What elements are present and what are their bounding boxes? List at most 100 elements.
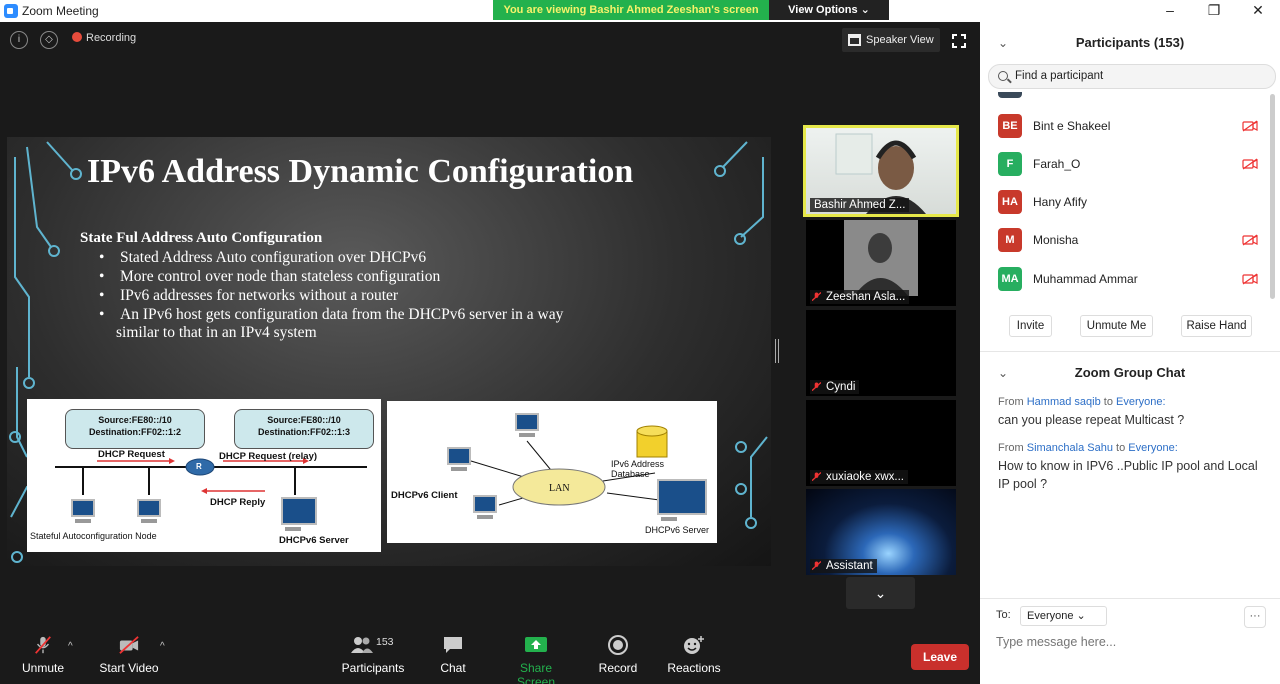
- dhcp-relay-diagram: Source:FE80::/10 Destination:FF02::1:2 So…: [27, 399, 381, 552]
- ipv6-database-label: IPv6 Address Database: [611, 459, 665, 479]
- audio-options-caret[interactable]: ^: [68, 641, 73, 652]
- computer-icon: [71, 499, 95, 523]
- chat-more-icon[interactable]: ···: [1244, 606, 1266, 628]
- participant-row[interactable]: MA Muhammad Ammar: [980, 261, 1265, 299]
- chat-recipient[interactable]: Everyone:: [1128, 442, 1178, 454]
- video-off-icon: [1242, 273, 1258, 285]
- chat-icon: [444, 637, 462, 653]
- thumbnail-scroll-down-button[interactable]: ⌄: [846, 577, 915, 609]
- speaker-view-button[interactable]: Speaker View: [842, 28, 940, 52]
- lan-diagram-lines: [470, 425, 668, 506]
- dhcp-reply-label: DHCP Reply: [210, 497, 266, 508]
- dhcpv6-client-label: DHCPv6 Client: [391, 490, 458, 501]
- router-icon: R: [196, 462, 202, 471]
- shield-icon[interactable]: ◇: [40, 31, 58, 49]
- minimize-button[interactable]: –: [1148, 0, 1192, 22]
- computer-icon: [447, 447, 471, 471]
- participant-name: Farah_O: [1033, 157, 1081, 171]
- search-icon: [998, 71, 1008, 81]
- avatar: HA: [998, 190, 1022, 214]
- lan-label: LAN: [549, 483, 570, 494]
- split-drag-handle[interactable]: [775, 339, 779, 363]
- share-screen-label: Share Screen: [516, 661, 556, 684]
- participant-row[interactable]: BE Bint e Shakeel: [980, 108, 1265, 146]
- restore-button[interactable]: ❐: [1192, 0, 1236, 22]
- participants-count: 153: [376, 636, 394, 648]
- computer-icon: [515, 413, 539, 437]
- mic-muted-icon: [812, 382, 821, 392]
- recording-indicator[interactable]: Recording: [72, 32, 136, 44]
- recording-label: Recording: [86, 32, 137, 44]
- dhcp-request-label: DHCP Request: [98, 449, 165, 460]
- slide-bullet: An IPv6 host gets configuration data fro…: [99, 305, 639, 324]
- window-title: Zoom Meeting: [22, 4, 99, 18]
- participant-row[interactable]: F Farah_O: [980, 146, 1265, 184]
- chat-button[interactable]: Chat: [436, 635, 470, 675]
- record-button[interactable]: Record: [598, 635, 638, 675]
- invite-button[interactable]: Invite: [1009, 315, 1052, 337]
- video-thumbnail[interactable]: Zeeshan Asla...: [806, 220, 956, 306]
- reactions-button[interactable]: Reactions: [666, 635, 722, 675]
- avatar: MA: [998, 267, 1022, 291]
- dhcp-request-relay-label: DHCP Request (relay): [219, 451, 318, 462]
- server-icon: [657, 479, 707, 521]
- video-off-icon: [119, 636, 139, 654]
- panel-divider: [980, 351, 1280, 352]
- participant-photo: [844, 220, 918, 296]
- video-thumbnail[interactable]: Assistant: [806, 489, 956, 575]
- participant-name: Cyndi: [810, 380, 860, 394]
- shared-screen-slide: IPv6 Address Dynamic Configuration State…: [7, 137, 771, 566]
- participant-name: Assistant: [810, 559, 877, 573]
- unmute-me-button[interactable]: Unmute Me: [1080, 315, 1153, 337]
- participant-row[interactable]: HA Hany Afify: [980, 184, 1265, 222]
- share-screen-icon: [525, 637, 547, 652]
- participants-button[interactable]: 153 Participants: [340, 635, 406, 675]
- slide-bullets: Stated Address Auto configuration over D…: [99, 248, 639, 324]
- chat-label: Chat: [440, 661, 466, 675]
- participants-title: Participants (153): [1075, 35, 1185, 50]
- video-options-caret[interactable]: ^: [160, 641, 165, 652]
- chat-recipient-select[interactable]: Everyone ⌄: [1020, 606, 1107, 626]
- slide-title: IPv6 Address Dynamic Configuration: [87, 153, 634, 190]
- speaker-view-label: Speaker View: [866, 34, 934, 46]
- unmute-button[interactable]: Unmute: [18, 635, 68, 675]
- autoconfig-node-label: Stateful Autoconfiguration Node: [30, 531, 157, 541]
- start-video-button[interactable]: Start Video: [98, 635, 160, 675]
- raise-hand-button[interactable]: Raise Hand: [1181, 315, 1252, 337]
- video-thumbnail[interactable]: xuxiaoke xwx...: [806, 400, 956, 486]
- find-participant-input[interactable]: Find a participant: [988, 64, 1276, 89]
- chat-recipient[interactable]: Everyone:: [1116, 396, 1166, 408]
- viewing-banner: You are viewing Bashir Ahmed Zeeshan's s…: [493, 0, 769, 20]
- record-icon: [608, 635, 628, 655]
- fullscreen-icon[interactable]: [952, 34, 966, 48]
- participant-name: Monisha: [1033, 233, 1079, 247]
- chat-sender[interactable]: Hammad saqib: [1027, 396, 1101, 408]
- partial-avatar: [998, 92, 1022, 98]
- participants-scrollbar[interactable]: [1270, 94, 1275, 299]
- video-thumbnail[interactable]: Cyndi: [806, 310, 956, 396]
- speaker-view-icon: [848, 34, 861, 46]
- mic-muted-icon: [812, 292, 821, 302]
- slide-bullet-continuation: similar to that in an IPv4 system: [116, 324, 317, 341]
- meeting-area: i ◇ Recording Speaker View IPv6 Address …: [0, 22, 980, 684]
- participant-row[interactable]: M Monisha: [980, 222, 1265, 260]
- avatar: F: [998, 152, 1022, 176]
- video-off-icon: [1242, 120, 1258, 132]
- chat-message-input[interactable]: [996, 635, 1266, 649]
- dhcpv6-server-label: DHCPv6 Server: [279, 535, 349, 546]
- slide-bullet: IPv6 addresses for networks without a ro…: [99, 286, 639, 305]
- share-screen-button[interactable]: Share Screen: [500, 635, 572, 684]
- participant-name: Muhammad Ammar: [1033, 272, 1138, 286]
- zoom-logo-icon: [4, 4, 18, 18]
- video-thumbnail-active[interactable]: Bashir Ahmed Z...: [803, 125, 959, 217]
- leave-button[interactable]: Leave: [911, 644, 969, 670]
- slide-bullet: Stated Address Auto configuration over D…: [99, 248, 639, 267]
- info-icon[interactable]: i: [10, 31, 28, 49]
- server-icon: [281, 497, 317, 531]
- view-options-button[interactable]: View Options ⌄: [769, 0, 889, 20]
- dhcpv6-lan-diagram: LAN DHCPv6 Client IPv6 Address Database D…: [387, 401, 717, 543]
- video-off-icon: [1242, 158, 1258, 170]
- close-button[interactable]: ✕: [1236, 0, 1280, 22]
- chat-message-text: How to know in IPV6 ..Public IP pool and…: [998, 459, 1258, 491]
- chat-sender[interactable]: Simanchala Sahu: [1027, 442, 1113, 454]
